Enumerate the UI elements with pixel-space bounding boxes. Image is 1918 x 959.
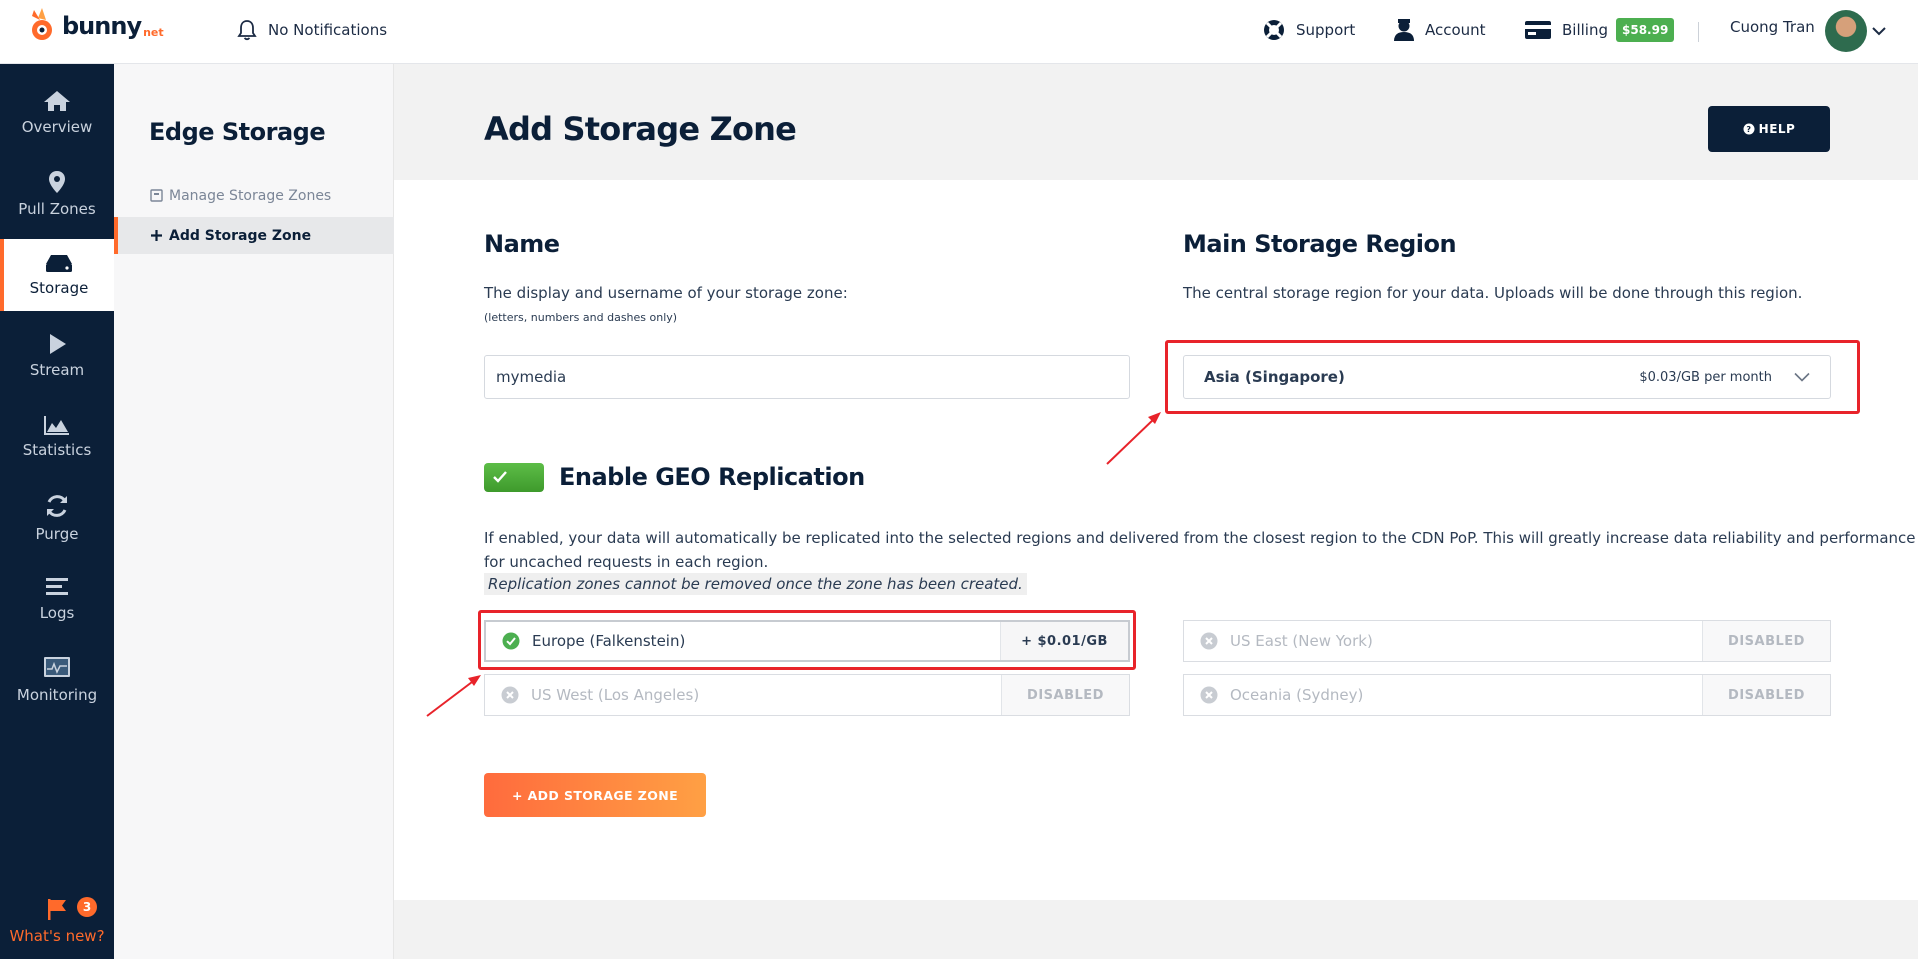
area-chart-icon <box>44 416 69 435</box>
replication-option-label: US East (New York) <box>1230 632 1373 650</box>
divider <box>1698 22 1699 42</box>
storage-zone-name-input[interactable] <box>484 355 1130 399</box>
lifebuoy-icon <box>1264 20 1284 40</box>
main-sidebar: Overview Pull Zones Storage Stream Stati… <box>0 64 114 959</box>
x-circle-icon <box>501 686 519 704</box>
subnav-item-label: Manage Storage Zones <box>169 187 332 204</box>
sidebar-item-label: Logs <box>39 604 75 622</box>
replication-option-status: DISABLED <box>1702 621 1830 661</box>
checkmark-icon <box>493 471 507 483</box>
name-section-title: Name <box>484 230 560 258</box>
bunny-mascot-icon <box>32 8 52 40</box>
add-storage-zone-form: Name The display and username of your st… <box>394 180 1918 900</box>
help-label: HELP <box>1758 122 1796 136</box>
sidebar-item-statistics[interactable]: Statistics <box>0 401 114 473</box>
sidebar-item-overview[interactable]: Overview <box>0 77 114 149</box>
page-title: Add Storage Zone <box>484 110 797 148</box>
sidebar-item-pull-zones[interactable]: Pull Zones <box>0 158 114 230</box>
sidebar-item-label: Monitoring <box>16 686 98 704</box>
whats-new-count-badge: 3 <box>77 897 97 917</box>
name-hint: (letters, numbers and dashes only) <box>484 311 678 324</box>
replication-option-us-west: US West (Los Angeles) DISABLED <box>484 674 1130 716</box>
sidebar-item-label: Pull Zones <box>18 200 96 218</box>
sidebar-item-label: Storage <box>29 279 89 297</box>
svg-text:?: ? <box>1746 125 1751 134</box>
notifications-label: No Notifications <box>268 21 388 39</box>
sidebar-item-storage[interactable]: Storage <box>0 239 114 311</box>
page-footer <box>394 900 1918 959</box>
plus-icon <box>151 230 162 241</box>
sidebar-item-logs[interactable]: Logs <box>0 563 114 635</box>
region-section-title: Main Storage Region <box>1183 230 1457 258</box>
subnav-item-manage-storage-zones[interactable]: Manage Storage Zones <box>114 177 394 214</box>
whats-new-button[interactable]: 3 What's new? <box>0 883 114 959</box>
play-icon <box>50 334 66 354</box>
x-circle-icon <box>1200 632 1218 650</box>
avatar[interactable] <box>1825 10 1867 52</box>
sidebar-item-stream[interactable]: Stream <box>0 320 114 392</box>
sidebar-item-label: Statistics <box>22 441 92 459</box>
top-bar: bunny net No Notifications Support Accou… <box>0 0 1918 64</box>
geo-description-line1: If enabled, your data will automatically… <box>484 529 1916 547</box>
annotation-arrow-icon <box>426 675 481 717</box>
replication-option-label: Oceania (Sydney) <box>1230 686 1364 704</box>
billing-label: Billing <box>1562 21 1608 39</box>
brand-tld: net <box>143 25 164 39</box>
question-circle-icon: ? <box>1743 123 1755 135</box>
location-pin-icon <box>49 171 65 193</box>
replication-option-oceania: Oceania (Sydney) DISABLED <box>1183 674 1831 716</box>
sidebar-item-label: Purge <box>35 525 79 543</box>
whats-new-label: What's new? <box>9 927 105 945</box>
notifications-button[interactable]: No Notifications <box>236 19 387 41</box>
account-link[interactable]: Account <box>1393 18 1486 42</box>
subnav-title: Edge Storage <box>149 118 326 146</box>
balance-badge: $58.99 <box>1616 18 1675 42</box>
refresh-icon <box>47 495 67 517</box>
credit-card-icon <box>1525 21 1551 39</box>
sidebar-item-purge[interactable]: Purge <box>0 482 114 554</box>
geo-description-line2: for uncached requests in each region. <box>484 553 769 571</box>
help-button[interactable]: ? HELP <box>1708 106 1830 152</box>
replication-option-us-east: US East (New York) DISABLED <box>1183 620 1831 662</box>
subnav-item-label: Add Storage Zone <box>169 227 312 244</box>
page-header: Add Storage Zone ? HELP <box>394 64 1918 180</box>
user-menu[interactable]: Cuong Tran <box>1730 18 1815 36</box>
user-icon <box>1394 19 1414 41</box>
support-link[interactable]: Support <box>1262 18 1355 42</box>
account-label: Account <box>1425 21 1486 39</box>
bell-icon <box>237 20 257 41</box>
annotation-highlight-box <box>1165 340 1860 414</box>
sidebar-item-monitoring[interactable]: Monitoring <box>0 644 114 716</box>
support-label: Support <box>1296 21 1356 39</box>
x-circle-icon <box>1200 686 1218 704</box>
flag-icon <box>48 899 66 920</box>
brand-name: bunny <box>62 12 142 40</box>
monitor-icon <box>44 657 70 677</box>
storage-drive-icon <box>46 255 72 272</box>
geo-note: Replication zones cannot be removed once… <box>484 573 1027 595</box>
replication-option-status: DISABLED <box>1001 675 1129 715</box>
storage-subnav: Edge Storage Manage Storage Zones Add St… <box>114 64 394 959</box>
region-description: The central storage region for your data… <box>1183 284 1803 302</box>
annotation-highlight-box <box>478 610 1136 670</box>
replication-option-label: US West (Los Angeles) <box>531 686 700 704</box>
annotation-arrow-icon <box>1106 412 1161 465</box>
add-storage-zone-button[interactable]: + ADD STORAGE ZONE <box>484 773 706 817</box>
name-description: The display and username of your storage… <box>484 284 848 302</box>
geo-replication-toggle[interactable] <box>484 463 544 492</box>
user-name: Cuong Tran <box>1730 18 1815 36</box>
subnav-item-add-storage-zone[interactable]: Add Storage Zone <box>114 217 394 254</box>
storage-box-icon <box>150 189 163 202</box>
geo-replication-title: Enable GEO Replication <box>559 463 865 491</box>
list-lines-icon <box>46 578 68 595</box>
sidebar-item-label: Overview <box>21 118 93 136</box>
home-icon <box>44 91 70 111</box>
chevron-down-icon[interactable] <box>1872 26 1886 36</box>
billing-link[interactable]: Billing $58.99 <box>1524 18 1675 42</box>
sidebar-item-label: Stream <box>29 361 85 379</box>
bunny-logo[interactable]: bunny net <box>26 6 164 46</box>
replication-option-status: DISABLED <box>1702 675 1830 715</box>
